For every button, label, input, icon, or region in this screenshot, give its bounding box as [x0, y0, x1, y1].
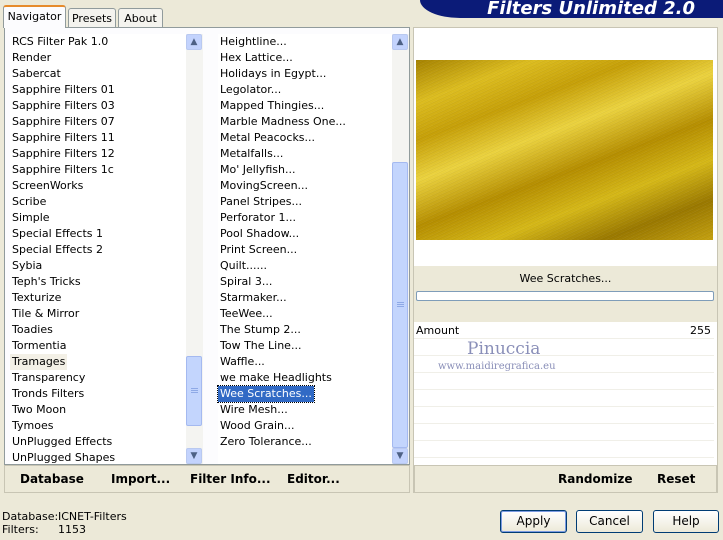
reset-button[interactable]: Reset: [657, 472, 695, 486]
help-button[interactable]: Help: [653, 510, 719, 533]
list-item[interactable]: Tile & Mirror: [10, 306, 81, 322]
list-item[interactable]: Sapphire Filters 1c: [10, 162, 116, 178]
list-item[interactable]: TeeWee...: [218, 306, 275, 322]
list-item[interactable]: Special Effects 2: [10, 242, 105, 258]
list-item[interactable]: Sapphire Filters 11: [10, 130, 117, 146]
scrollbar-thumb[interactable]: [186, 356, 202, 426]
parameter-row-empty: [414, 373, 714, 390]
list-item[interactable]: Waffle...: [218, 354, 267, 370]
list-item[interactable]: Heightline...: [218, 34, 289, 50]
list-item[interactable]: Legolator...: [218, 82, 283, 98]
list-item[interactable]: Two Moon: [10, 402, 68, 418]
tab-about[interactable]: About: [118, 8, 163, 27]
list-item[interactable]: Panel Stripes...: [218, 194, 304, 210]
editor-button[interactable]: Editor...: [287, 472, 340, 486]
scroll-down-icon[interactable]: ▼: [186, 448, 202, 464]
list-item[interactable]: Zero Tolerance...: [218, 434, 314, 450]
database-status-label: Database:: [2, 510, 59, 523]
parameter-label: Amount: [416, 324, 460, 337]
list-item[interactable]: Hex Lattice...: [218, 50, 295, 66]
list-item[interactable]: UnPlugged Effects: [10, 434, 114, 450]
list-item[interactable]: Teph's Tricks: [10, 274, 83, 290]
list-item[interactable]: Tronds Filters: [10, 386, 86, 402]
list-item[interactable]: RCS Filter Pak 1.0: [10, 34, 110, 50]
parameter-row-empty: [414, 424, 714, 441]
list-item[interactable]: Wood Grain...: [218, 418, 296, 434]
list-item[interactable]: Transparency: [10, 370, 87, 386]
tab-navigator[interactable]: Navigator: [3, 5, 66, 28]
cancel-button[interactable]: Cancel: [576, 510, 643, 533]
list-item[interactable]: Sapphire Filters 12: [10, 146, 117, 162]
list-item[interactable]: Sabercat: [10, 66, 63, 82]
watermark-name: Pinuccia: [467, 339, 541, 359]
parameter-value: 255: [690, 324, 711, 337]
database-button[interactable]: Database: [20, 472, 84, 486]
list-item[interactable]: Starmaker...: [218, 290, 289, 306]
randomize-button[interactable]: Randomize: [558, 472, 632, 486]
list-item[interactable]: Scribe: [10, 194, 48, 210]
navigator-toolbar: Database Import... Filter Info... Editor…: [4, 465, 410, 493]
parameter-row-empty: [414, 407, 714, 424]
list-item[interactable]: Marble Madness One...: [218, 114, 348, 130]
category-list[interactable]: RCS Filter Pak 1.0 Render Sabercat Sapphire…: [10, 34, 192, 464]
list-item[interactable]: Wee Scratches...: [217, 385, 315, 403]
parameter-row-empty: [414, 339, 714, 356]
list-item[interactable]: Texturize: [10, 290, 63, 306]
list-item[interactable]: Sapphire Filters 03: [10, 98, 117, 114]
list-item[interactable]: Tramages: [10, 354, 68, 370]
filter-info-button[interactable]: Filter Info...: [190, 472, 271, 486]
list-item[interactable]: Tow The Line...: [218, 338, 303, 354]
app-title: Filters Unlimited 2.0: [487, 0, 695, 19]
list-item[interactable]: Special Effects 1: [10, 226, 105, 242]
filters-status-value: 1153: [58, 523, 86, 536]
scroll-up-icon[interactable]: ▲: [186, 34, 202, 50]
list-item[interactable]: Print Screen...: [218, 242, 299, 258]
list-item[interactable]: Holidays in Egypt...: [218, 66, 328, 82]
list-item[interactable]: ScreenWorks: [10, 178, 85, 194]
list-item[interactable]: Pool Shadow...: [218, 226, 301, 242]
list-item[interactable]: Perforator 1...: [218, 210, 298, 226]
list-item[interactable]: Simple: [10, 210, 52, 226]
list-item[interactable]: Quilt......: [218, 258, 269, 274]
list-item[interactable]: Wire Mesh...: [218, 402, 290, 418]
tab-presets[interactable]: Presets: [68, 8, 116, 27]
list-item[interactable]: Render: [10, 50, 53, 66]
spacer: [414, 306, 717, 322]
filters-status-label: Filters:: [2, 523, 39, 536]
list-item[interactable]: Sybia: [10, 258, 44, 274]
watermark-site: www.maidiregrafica.eu: [438, 361, 556, 372]
filter-scrollbar[interactable]: ▲ ▼: [392, 34, 409, 464]
parameter-toolbar: Randomize Reset: [414, 465, 717, 493]
filter-name-label: Wee Scratches...: [414, 266, 717, 288]
list-item[interactable]: MovingScreen...: [218, 178, 310, 194]
progress-bar: [416, 291, 714, 301]
list-item[interactable]: Sapphire Filters 01: [10, 82, 117, 98]
parameter-row-amount[interactable]: Amount 255: [414, 322, 714, 339]
list-item[interactable]: we make Headlights: [218, 370, 334, 386]
apply-button[interactable]: Apply: [500, 510, 567, 533]
list-item[interactable]: Sapphire Filters 07: [10, 114, 117, 130]
preview-image: [416, 60, 713, 240]
filter-list[interactable]: Heightline... Hex Lattice... Holidays in E…: [217, 34, 394, 464]
list-item[interactable]: Tymoes: [10, 418, 55, 434]
list-item[interactable]: Toadies: [10, 322, 55, 338]
scroll-up-icon[interactable]: ▲: [392, 34, 408, 50]
import-button[interactable]: Import...: [111, 472, 170, 486]
list-item[interactable]: Tormentia: [10, 338, 68, 354]
list-item[interactable]: Metal Peacocks...: [218, 130, 317, 146]
list-item[interactable]: Mo' Jellyfish...: [218, 162, 298, 178]
list-item[interactable]: Spiral 3...: [218, 274, 274, 290]
parameter-row-empty: [414, 390, 714, 407]
scrollbar-thumb[interactable]: [392, 162, 408, 448]
list-item[interactable]: Metalfalls...: [218, 146, 285, 162]
list-item[interactable]: Mapped Thingies...: [218, 98, 326, 114]
scroll-down-icon[interactable]: ▼: [392, 448, 408, 464]
parameter-row-empty: [414, 441, 714, 458]
list-item[interactable]: The Stump 2...: [218, 322, 303, 338]
list-item[interactable]: UnPlugged Shapes: [10, 450, 117, 466]
category-scrollbar[interactable]: ▲ ▼: [186, 34, 203, 464]
database-status-value: ICNET-Filters: [58, 510, 127, 523]
